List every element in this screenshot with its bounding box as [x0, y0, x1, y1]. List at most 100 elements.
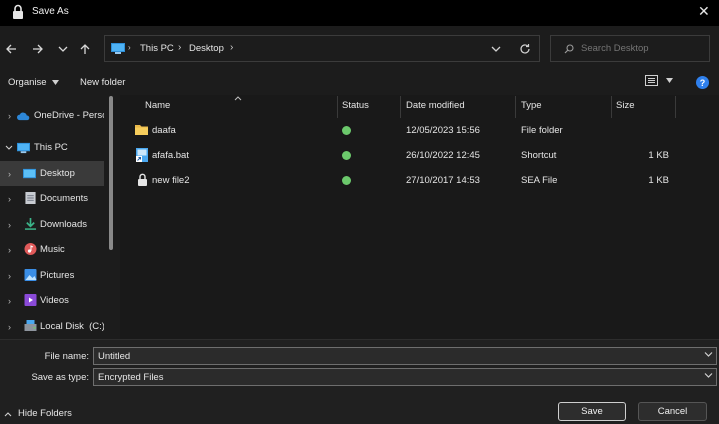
- sidebar-scrollbar[interactable]: [109, 96, 113, 250]
- chevron-right-icon: ›: [8, 219, 11, 230]
- view-list-icon: [645, 75, 658, 86]
- column-header-date[interactable]: Date modified: [406, 100, 465, 111]
- search-box[interactable]: [550, 35, 710, 62]
- chevron-right-icon: ›: [8, 110, 11, 121]
- chevron-up-icon: [4, 411, 12, 416]
- column-divider[interactable]: [675, 96, 676, 118]
- column-divider[interactable]: [515, 96, 516, 118]
- sidebar-item-desktop[interactable]: › Desktop: [0, 161, 104, 186]
- sidebar-item-label: This PC: [34, 142, 68, 153]
- column-header-name[interactable]: Name: [145, 100, 170, 111]
- chevron-down-icon[interactable]: [704, 351, 713, 358]
- search-input[interactable]: [581, 41, 701, 56]
- forward-button[interactable]: [28, 40, 48, 58]
- chevron-right-icon: ›: [230, 42, 234, 53]
- refresh-icon[interactable]: [519, 43, 531, 55]
- cancel-button[interactable]: Cancel: [638, 402, 707, 421]
- file-type: File folder: [521, 125, 563, 136]
- table-row[interactable]: afafa.bat 26/10/2022 12:45 Shortcut 1 KB: [130, 143, 680, 168]
- folder-icon: [135, 125, 148, 135]
- hide-folders-button[interactable]: Hide Folders: [4, 408, 72, 419]
- sidebar-item-downloads[interactable]: › Downloads: [0, 212, 104, 237]
- videos-icon: [24, 294, 37, 306]
- chevron-down-icon: [58, 46, 68, 52]
- file-name-field[interactable]: Untitled: [93, 347, 717, 365]
- status-synced-icon: [342, 126, 351, 135]
- save-as-type-label: Save as type:: [31, 372, 89, 383]
- chevron-right-icon: ›: [8, 270, 11, 281]
- svg-text:?: ?: [700, 78, 706, 88]
- pc-icon: [111, 43, 125, 54]
- close-button[interactable]: ✕: [698, 3, 710, 20]
- sidebar-item-videos[interactable]: › Videos: [0, 288, 104, 313]
- sidebar-item-label: Pictures: [40, 270, 75, 281]
- address-dropdown-icon[interactable]: [491, 46, 501, 53]
- organise-button[interactable]: Organise: [8, 77, 59, 88]
- lock-file-icon: [138, 173, 147, 186]
- save-button[interactable]: Save: [558, 402, 626, 421]
- title-bar: [0, 0, 719, 26]
- sidebar-item-label: Music: [40, 244, 65, 255]
- address-bar[interactable]: › This PC › Desktop ›: [104, 35, 540, 62]
- sidebar-item-local-disk[interactable]: › Local Disk (C:): [0, 314, 104, 339]
- arrow-left-icon: [6, 44, 16, 54]
- window-title: Save As: [32, 6, 69, 17]
- chevron-right-icon: ›: [8, 168, 11, 179]
- file-date: 26/10/2022 12:45: [406, 150, 480, 161]
- arrow-up-icon: [80, 44, 90, 54]
- file-date: 12/05/2023 15:56: [406, 125, 480, 136]
- breadcrumb-this-pc[interactable]: This PC: [140, 43, 174, 54]
- column-header-status[interactable]: Status: [342, 100, 369, 111]
- file-date: 27/10/2017 14:53: [406, 175, 480, 186]
- file-name-value: Untitled: [98, 350, 131, 362]
- sidebar-item-label: Videos: [40, 295, 69, 306]
- chevron-down-icon[interactable]: [704, 372, 713, 379]
- sidebar-item-label: Documents: [40, 193, 89, 204]
- chevron-right-icon: ›: [8, 244, 11, 255]
- pc-icon: [17, 142, 30, 154]
- file-type: SEA File: [521, 175, 558, 186]
- shortcut-icon: [136, 148, 148, 162]
- file-size: 1 KB: [648, 175, 669, 186]
- column-divider[interactable]: [400, 96, 401, 118]
- file-name-label: File name:: [44, 351, 89, 362]
- status-synced-icon: [342, 176, 351, 185]
- save-as-type-select[interactable]: Encrypted Files: [93, 368, 717, 386]
- arrow-right-icon: [33, 44, 43, 54]
- chevron-right-icon: ›: [8, 295, 11, 306]
- column-divider[interactable]: [337, 96, 338, 118]
- hide-folders-label: Hide Folders: [18, 408, 72, 419]
- help-icon[interactable]: ?: [696, 76, 709, 89]
- chevron-right-icon: ›: [128, 43, 131, 52]
- table-row[interactable]: new file2 27/10/2017 14:53 SEA File 1 KB: [130, 168, 680, 193]
- chevron-down-icon: [5, 145, 13, 150]
- column-divider[interactable]: [611, 96, 612, 118]
- chevron-right-icon: ›: [178, 42, 182, 53]
- sidebar-item-label: Desktop: [40, 168, 75, 179]
- view-options-button[interactable]: [645, 75, 673, 86]
- downloads-icon: [24, 218, 37, 230]
- sidebar-item-music[interactable]: › Music: [0, 237, 104, 262]
- table-row[interactable]: daafa 12/05/2023 15:56 File folder: [130, 118, 680, 143]
- column-header-type[interactable]: Type: [521, 100, 542, 111]
- file-size: 1 KB: [648, 150, 669, 161]
- cloud-icon: [17, 112, 30, 121]
- pictures-icon: [24, 269, 37, 281]
- new-folder-button[interactable]: New folder: [80, 77, 125, 88]
- recent-locations-button[interactable]: [53, 40, 73, 58]
- desktop-icon: [23, 168, 36, 179]
- caret-down-icon: [51, 80, 59, 85]
- back-button[interactable]: [1, 40, 21, 58]
- breadcrumb-desktop[interactable]: Desktop: [189, 43, 224, 54]
- sidebar-item-this-pc[interactable]: This PC: [0, 135, 104, 160]
- sidebar-item-pictures[interactable]: › Pictures: [0, 263, 104, 288]
- file-type: Shortcut: [521, 150, 557, 161]
- sidebar-item-label: Local Disk (C:): [40, 321, 104, 332]
- music-icon: [24, 243, 37, 255]
- up-button[interactable]: [75, 40, 95, 58]
- column-header-size[interactable]: Size: [616, 100, 634, 111]
- sidebar-item-onedrive[interactable]: › OneDrive - Perso: [0, 103, 104, 128]
- status-synced-icon: [342, 151, 351, 160]
- sort-ascending-icon: [234, 96, 242, 101]
- sidebar-item-documents[interactable]: › Documents: [0, 186, 104, 211]
